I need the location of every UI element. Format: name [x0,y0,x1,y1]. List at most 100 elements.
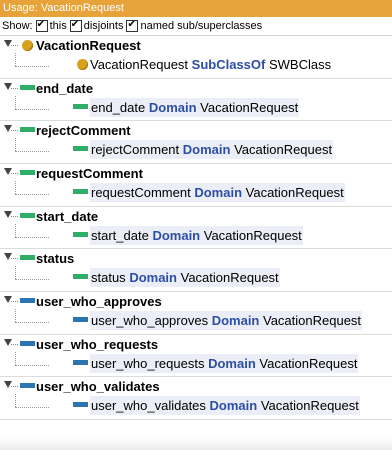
axiom-subject: status [91,270,126,285]
tree-node-label: requestComment [36,166,143,181]
axiom-subject: start_date [91,228,149,243]
axiom-text: status Domain VacationRequest [90,268,280,287]
axiom-object: VacationRequest [200,100,299,115]
object-property-icon [20,383,35,388]
tree-node-user-who-validates[interactable]: user_who_validates [0,377,392,396]
axiom-keyword: Domain [208,356,256,371]
axiom-object: VacationRequest [234,142,333,157]
show-label: Show: [2,20,33,32]
axiom-text: requestComment Domain VacationRequest [90,183,345,202]
class-icon [77,59,88,70]
panel-title: Usage: VacationRequest [0,0,392,17]
datatype-property-icon [20,127,35,132]
axiom-row[interactable]: user_who_validates Domain VacationReques… [0,396,392,415]
axiom-text: user_who_approves Domain VacationRequest [90,311,363,330]
datatype-property-icon [20,85,35,90]
datatype-property-icon [20,170,35,175]
axiom-row[interactable]: requestComment Domain VacationRequest [0,183,392,202]
axiom-row[interactable]: status Domain VacationRequest [0,268,392,287]
tree-connector [11,386,18,387]
tree-connector [11,258,18,259]
tree-node-user-who-requests[interactable]: user_who_requests [0,335,392,354]
axiom-text: user_who_requests Domain VacationRequest [90,354,359,373]
tree-connector [11,130,18,131]
tree-node-start-date[interactable]: start_date [0,207,392,226]
show-options-bar: Show: this disjoints named sub/superclas… [0,17,392,36]
tree-node-requestcomment[interactable]: requestComment [0,164,392,183]
tree-node-label: end_date [36,81,94,96]
tree-node-label: user_who_approves [36,294,162,309]
datatype-property-icon [73,104,88,109]
usage-group: start_date start_date Domain VacationRequ… [0,207,392,249]
axiom-keyword: Domain [129,270,177,285]
axiom-object: VacationRequest [180,270,279,285]
axiom-object: VacationRequest [245,185,344,200]
tree-connector [11,88,18,89]
usage-group: status status Domain VacationRequest [0,249,392,292]
object-property-icon [73,402,88,407]
tree-node-label: user_who_requests [36,337,159,352]
axiom-row[interactable]: end_date Domain VacationRequest [0,98,392,117]
axiom-keyword: Domain [194,185,243,200]
axiom-keyword: Domain [209,398,258,413]
axiom-object: VacationRequest [259,356,358,371]
axiom-text: VacationRequest SubClassOf SWBClass [90,55,331,74]
axiom-object: SWBClass [268,57,332,72]
tree-connector [11,173,18,174]
axiom-text: end_date Domain VacationRequest [90,98,300,117]
tree-connector [11,301,18,302]
usage-group: requestComment requestComment Domain Vaca… [0,164,392,207]
usage-group: user_who_validates user_who_validates Dom… [0,377,392,420]
named-subsuperclasses-label: named sub/superclasses [140,20,263,32]
tree-node-label: start_date [36,209,99,224]
tree-node-label: VacationRequest [36,38,141,53]
usage-group: end_date end_date Domain VacationRequest [0,79,392,121]
axiom-row[interactable]: user_who_requests Domain VacationRequest [0,354,392,373]
axiom-keyword: Domain [211,313,260,328]
axiom-text: user_who_validates Domain VacationReques… [90,396,360,415]
usage-group: user_who_requests user_who_requests Domai… [0,335,392,377]
named-subsuperclasses-checkbox[interactable] [126,18,139,32]
usage-group: VacationRequest VacationRequest SubClassO… [0,36,392,79]
this-label: this [49,20,67,32]
axiom-keyword: Domain [152,228,201,243]
axiom-text: start_date Domain VacationRequest [90,226,303,245]
object-property-icon [73,360,88,365]
datatype-property-icon [73,189,88,194]
axiom-row[interactable]: rejectComment Domain VacationRequest [0,140,392,159]
tree-node-status[interactable]: status [0,249,392,268]
axiom-keyword: SubClassOf [191,57,266,72]
axiom-subject: requestComment [91,185,191,200]
class-icon [22,40,33,51]
axiom-row[interactable]: VacationRequest SubClassOf SWBClass [0,55,392,74]
disjoints-checkbox[interactable] [69,18,82,32]
this-checkbox[interactable] [35,18,48,32]
object-property-icon [20,341,35,346]
axiom-subject: user_who_validates [91,398,206,413]
datatype-property-icon [73,274,88,279]
tree-node-user-who-approves[interactable]: user_who_approves [0,292,392,311]
tree-node-label: user_who_validates [36,379,160,394]
usage-tree: VacationRequest VacationRequest SubClassO… [0,36,392,420]
axiom-row[interactable]: start_date Domain VacationRequest [0,226,392,245]
tree-connector [11,216,18,217]
object-property-icon [73,317,88,322]
axiom-subject: rejectComment [91,142,180,157]
datatype-property-icon [73,146,88,151]
axiom-object: VacationRequest [263,313,362,328]
axiom-text: rejectComment Domain VacationRequest [90,140,334,159]
tree-node-end-date[interactable]: end_date [0,79,392,98]
axiom-subject: end_date [91,100,146,115]
object-property-icon [20,298,35,303]
axiom-object: VacationRequest [203,228,302,243]
tree-node-label: status [36,251,75,266]
axiom-subject: user_who_requests [91,356,205,371]
axiom-subject: VacationRequest [90,57,189,72]
tree-node-rejectcomment[interactable]: rejectComment [0,121,392,140]
tree-node-label: rejectComment [36,123,131,138]
usage-group: user_who_approves user_who_approves Domai… [0,292,392,335]
tree-node-vacationrequest[interactable]: VacationRequest [0,36,392,55]
datatype-property-icon [20,213,35,218]
axiom-keyword: Domain [148,100,197,115]
axiom-row[interactable]: user_who_approves Domain VacationRequest [0,311,392,330]
